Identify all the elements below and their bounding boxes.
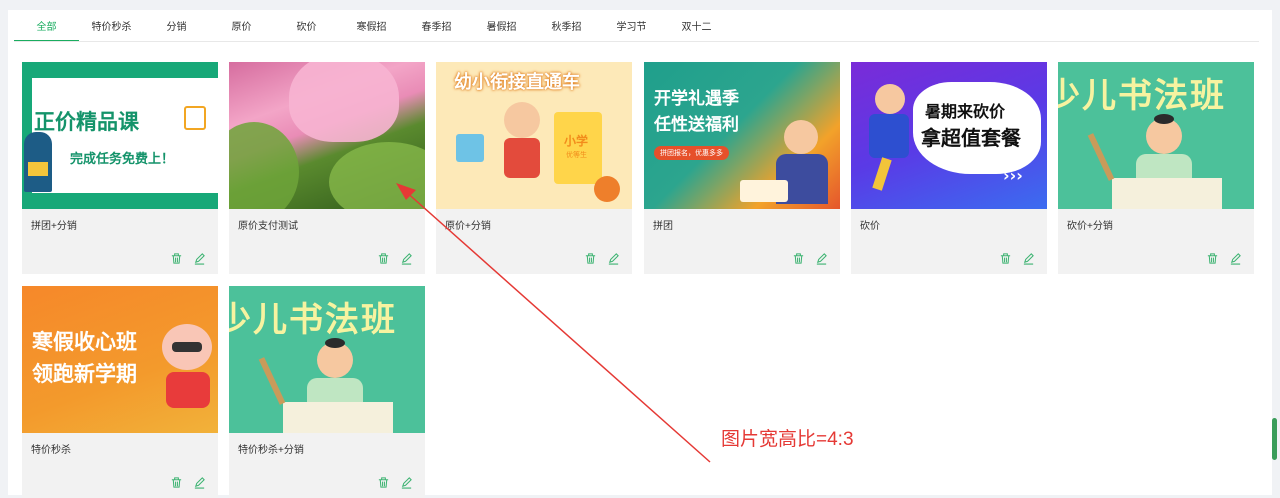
category-tabs: 全部 特价秒杀 分销 原价 砍价 寒假招 春季招 暑假招 秋季招 学习节 双十二 bbox=[14, 18, 729, 52]
image-caption: 暑期来砍价 bbox=[925, 102, 1006, 121]
tab-autumn[interactable]: 秋季招 bbox=[534, 18, 599, 52]
tabs-divider bbox=[14, 41, 1259, 42]
chevrons-right-icon: ››› bbox=[1003, 166, 1023, 185]
trash-icon[interactable] bbox=[170, 476, 183, 489]
trash-icon[interactable] bbox=[792, 252, 805, 265]
card-title: 拼团 bbox=[653, 221, 673, 232]
edit-icon[interactable] bbox=[193, 476, 206, 489]
edit-icon[interactable] bbox=[1229, 252, 1242, 265]
card-title: 特价秒杀+分销 bbox=[238, 445, 304, 456]
edit-icon[interactable] bbox=[815, 252, 828, 265]
trash-icon[interactable] bbox=[170, 252, 183, 265]
card-title: 拼团+分销 bbox=[31, 221, 77, 232]
edit-icon[interactable] bbox=[607, 252, 620, 265]
tab-distribution[interactable]: 分销 bbox=[144, 18, 209, 52]
edit-icon[interactable] bbox=[400, 476, 413, 489]
tab-study-festival[interactable]: 学习节 bbox=[599, 18, 664, 52]
card-title: 原价支付测试 bbox=[238, 221, 298, 232]
tab-original-price[interactable]: 原价 bbox=[209, 18, 274, 52]
image-caption: 正价精品课 bbox=[34, 110, 139, 134]
edit-icon[interactable] bbox=[193, 252, 206, 265]
image-caption: 拿超值套餐 bbox=[921, 126, 1021, 150]
course-card[interactable]: 原价支付测试 bbox=[229, 62, 425, 274]
scrollbar-thumb[interactable] bbox=[1272, 418, 1277, 460]
image-caption: 小学 bbox=[564, 134, 589, 148]
course-image: 幼小衔接直通车 小学 优等生 bbox=[436, 62, 632, 209]
trash-icon[interactable] bbox=[377, 476, 390, 489]
course-card[interactable]: 幼小衔接直通车 小学 优等生 原价+分销 bbox=[436, 62, 632, 274]
image-caption: 完成任务免费上！ bbox=[70, 152, 175, 167]
tab-all[interactable]: 全部 bbox=[14, 18, 79, 52]
tab-flash-sale[interactable]: 特价秒杀 bbox=[79, 18, 144, 52]
course-card[interactable]: 少儿书法班 特价秒杀+分销 bbox=[229, 286, 425, 498]
trash-icon[interactable] bbox=[584, 252, 597, 265]
edit-icon[interactable] bbox=[1022, 252, 1035, 265]
course-image: 暑期来砍价 拿超值套餐 ››› bbox=[851, 62, 1047, 209]
course-image: 寒假收心班 领跑新学期 bbox=[22, 286, 218, 433]
trash-icon[interactable] bbox=[377, 252, 390, 265]
top-strip bbox=[0, 0, 1280, 10]
course-card[interactable]: 开学礼遇季 任性送福利 拼团报名，优惠多多 拼团 bbox=[644, 62, 840, 274]
image-caption: 少儿书法班 bbox=[1058, 76, 1226, 116]
card-title: 特价秒杀 bbox=[31, 445, 71, 456]
image-caption: 拼团报名，优惠多多 bbox=[654, 146, 729, 160]
image-caption: 幼小衔接直通车 bbox=[454, 72, 580, 93]
tab-winter[interactable]: 寒假招 bbox=[339, 18, 404, 52]
course-image: 少儿书法班 bbox=[229, 286, 425, 433]
image-caption: 领跑新学期 bbox=[32, 362, 137, 386]
image-caption: 寒假收心班 bbox=[32, 330, 137, 354]
course-card[interactable]: 寒假收心班 领跑新学期 特价秒杀 bbox=[22, 286, 218, 498]
course-image: 少儿书法班 bbox=[1058, 62, 1254, 209]
image-caption: 优等生 bbox=[566, 152, 587, 159]
image-caption: 任性送福利 bbox=[654, 115, 739, 135]
annotation-label: 图片宽高比=4:3 bbox=[721, 429, 854, 450]
tab-summer[interactable]: 暑假招 bbox=[469, 18, 534, 52]
tab-bargain[interactable]: 砍价 bbox=[274, 18, 339, 52]
course-card[interactable]: 暑期来砍价 拿超值套餐 ››› 砍价 bbox=[851, 62, 1047, 274]
course-card[interactable]: 少儿书法班 砍价+分销 bbox=[1058, 62, 1254, 274]
trash-icon[interactable] bbox=[999, 252, 1012, 265]
course-image: 开学礼遇季 任性送福利 拼团报名，优惠多多 bbox=[644, 62, 840, 209]
card-title: 砍价+分销 bbox=[1067, 221, 1113, 232]
course-card[interactable]: 正价精品课 完成任务免费上！ 拼团+分销 bbox=[22, 62, 218, 274]
card-title: 原价+分销 bbox=[445, 221, 491, 232]
image-caption: 少儿书法班 bbox=[229, 300, 397, 340]
tab-spring[interactable]: 春季招 bbox=[404, 18, 469, 52]
card-title: 砍价 bbox=[860, 221, 880, 232]
course-image: 正价精品课 完成任务免费上！ bbox=[22, 62, 218, 209]
trash-icon[interactable] bbox=[1206, 252, 1219, 265]
tab-double-twelve[interactable]: 双十二 bbox=[664, 18, 729, 52]
edit-icon[interactable] bbox=[400, 252, 413, 265]
course-image bbox=[229, 62, 425, 209]
image-caption: 开学礼遇季 bbox=[654, 89, 739, 109]
